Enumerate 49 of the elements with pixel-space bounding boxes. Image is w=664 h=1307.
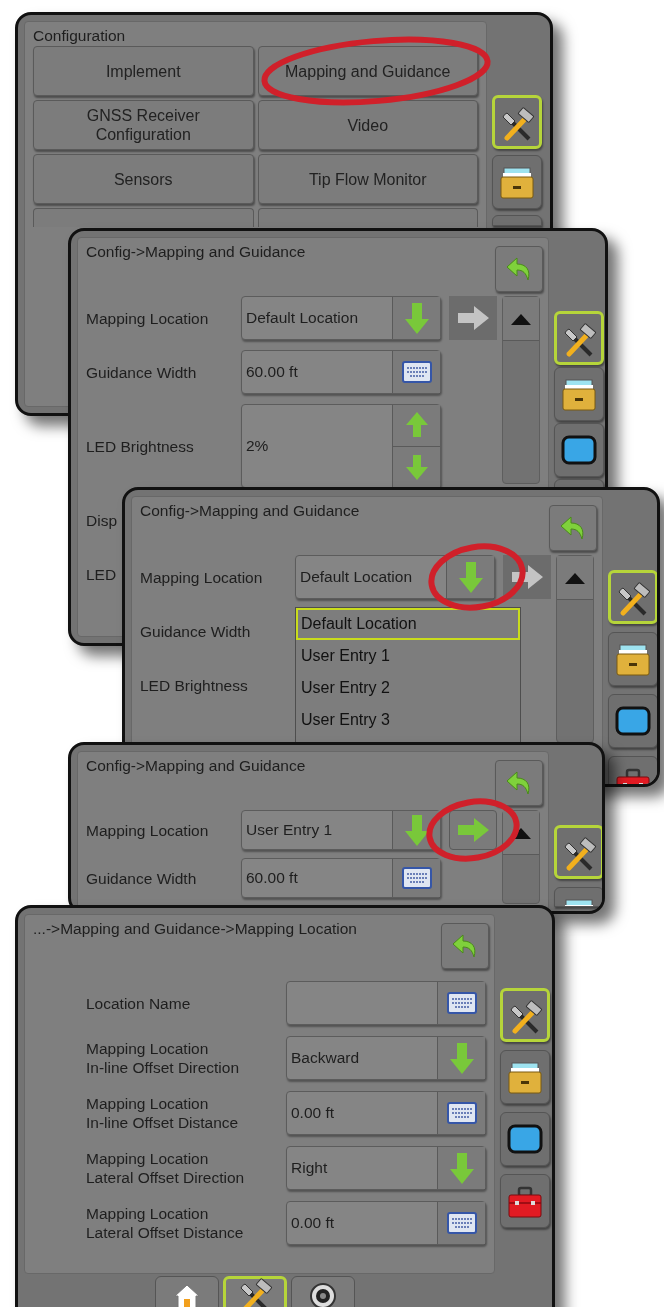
menu-button[interactable]: Tip Flow Monitor — [257, 154, 478, 204]
field-label: Location Name — [86, 993, 192, 1013]
dropdown-field[interactable]: User Entry 1 — [241, 810, 441, 850]
dropdown-option[interactable]: User Entry 1 — [296, 640, 520, 672]
field-label: Guidance Width — [86, 362, 198, 382]
dropdown-field[interactable]: Backward — [286, 1036, 486, 1080]
screen-title: Config->Mapping and Guidance — [86, 242, 306, 262]
field-label: Guidance Width — [86, 868, 198, 888]
field-label: Mapping Location — [86, 820, 210, 840]
field-label: Mapping Location — [86, 308, 210, 328]
input-field[interactable]: 60.00 ft — [241, 350, 441, 394]
field-value: User Entry 1 — [246, 820, 333, 841]
field-label: LED Brightness — [86, 436, 195, 456]
field-label: Mapping Location In-line Offset Distance — [86, 1094, 240, 1132]
dropdown-field[interactable]: Default Location — [295, 555, 495, 599]
field-label: Mapping Location Lateral Offset Distance — [86, 1204, 245, 1242]
menu-button[interactable]: GNSS Receiver Configuration — [33, 100, 254, 150]
field-label: LED Brightness — [140, 675, 248, 695]
field-label: LED — [86, 564, 117, 584]
field-value: Default Location — [300, 567, 413, 588]
input-field[interactable]: 60.00 ft — [241, 858, 441, 898]
dropdown-field[interactable]: Right — [286, 1146, 486, 1190]
dropdown-option[interactable]: User Entry 3 — [296, 704, 520, 736]
dropdown-field[interactable]: Default Location — [241, 296, 441, 340]
field-label: Mapping Location In-line Offset Direction — [86, 1039, 241, 1077]
input-field[interactable]: 2% — [241, 404, 441, 488]
field-label: Mapping Location Lateral Offset Direction — [86, 1149, 246, 1187]
menu-button[interactable]: Video — [257, 100, 478, 150]
field-value: Default Location — [246, 308, 359, 329]
field-value: Backward — [291, 1048, 360, 1069]
field-value: 60.00 ft — [246, 362, 298, 383]
menu-button[interactable]: Implement — [33, 46, 254, 96]
input-field[interactable]: 0.00 ft — [286, 1201, 486, 1245]
screen-title: ...->Mapping and Guidance->Mapping Location — [33, 919, 357, 939]
dropdown-option[interactable]: User Entry 2 — [296, 672, 520, 704]
screen-title: Config->Mapping and Guidance — [140, 501, 360, 521]
screen-title: Config->Mapping and Guidance — [86, 756, 306, 776]
field-value: 60.00 ft — [246, 868, 298, 889]
field-value: Right — [291, 1158, 328, 1179]
screen-title: Configuration — [33, 26, 126, 46]
field-value: 2% — [246, 436, 269, 457]
field-label: Guidance Width — [140, 621, 251, 641]
field-value: 0.00 ft — [291, 1103, 335, 1124]
field-label: Disp — [86, 510, 117, 530]
menu-button[interactable]: Sensors — [33, 154, 254, 204]
field-value: 0.00 ft — [291, 1213, 335, 1234]
field-label: Mapping Location — [140, 567, 264, 587]
dropdown-option[interactable]: Default Location — [296, 608, 520, 640]
input-field[interactable]: 0.00 ft — [286, 1091, 486, 1135]
